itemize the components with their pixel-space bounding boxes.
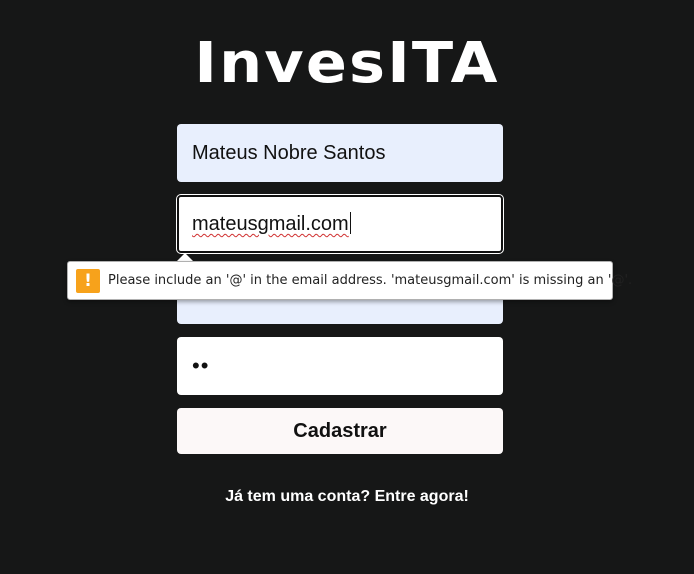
validation-tooltip: ! Please include an '@' in the email add… <box>67 261 632 300</box>
text-caret <box>349 212 351 234</box>
app-logo: InvesITA <box>194 31 500 96</box>
validation-message: Please include an '@' in the email addre… <box>108 273 633 288</box>
email-input[interactable]: mateusgmail.com <box>177 195 503 253</box>
email-input-value: mateusgmail.com <box>192 213 349 235</box>
name-input[interactable]: Mateus Nobre Santos <box>177 124 503 182</box>
password-input-mask: •• <box>192 353 210 378</box>
warning-icon: ! <box>76 268 100 293</box>
submit-button[interactable]: Cadastrar <box>177 408 503 454</box>
password-input[interactable]: •• <box>177 337 503 395</box>
signup-page: InvesITA Mateus Nobre Santos mateusgmail… <box>0 0 694 574</box>
login-link[interactable]: Já tem uma conta? Entre agora! <box>0 487 694 507</box>
name-input-value: Mateus Nobre Santos <box>192 142 386 164</box>
warning-icon-glyph: ! <box>84 270 92 291</box>
